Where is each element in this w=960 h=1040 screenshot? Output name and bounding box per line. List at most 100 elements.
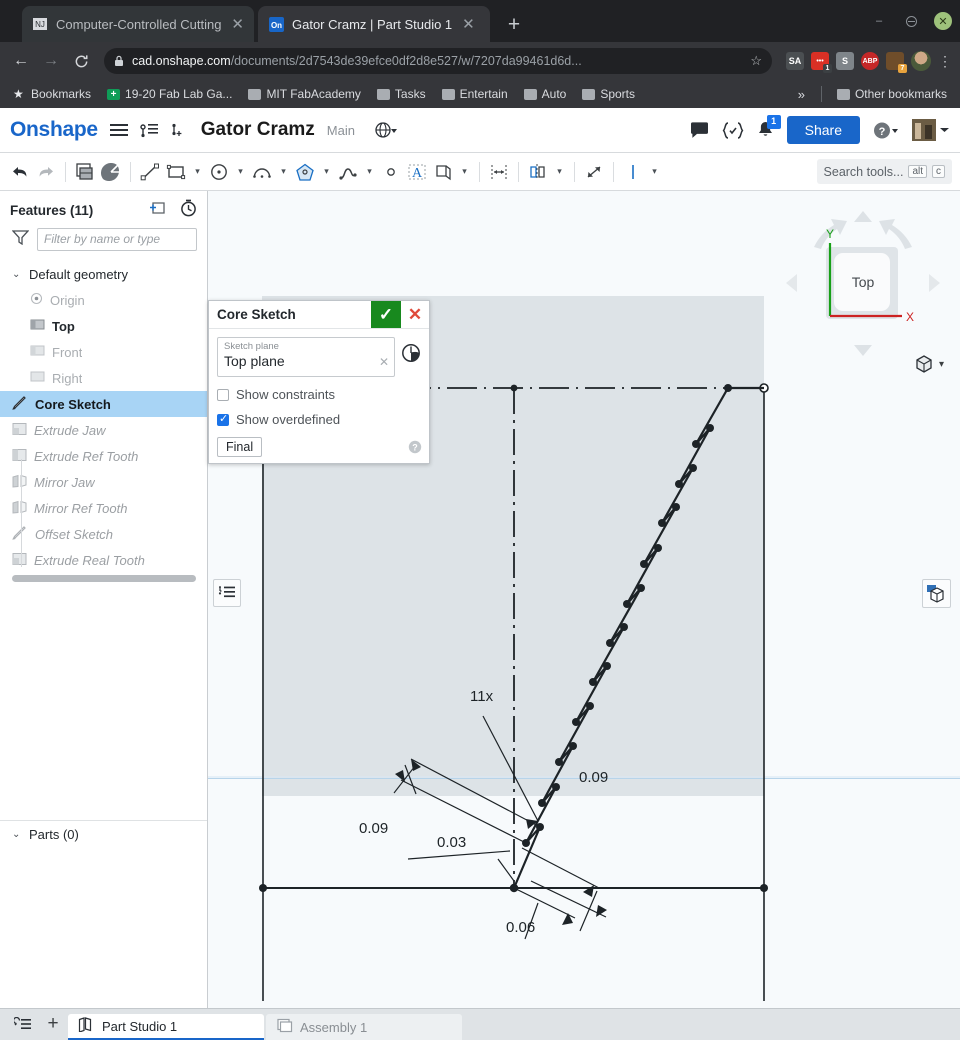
comment-icon[interactable] (690, 121, 709, 139)
branch-label[interactable]: Main (327, 123, 355, 138)
hamburger-menu-icon[interactable] (109, 123, 128, 137)
add-folder-icon[interactable] (147, 200, 166, 221)
point-icon[interactable] (379, 159, 403, 185)
mirror-icon[interactable] (526, 159, 550, 185)
line-icon[interactable] (138, 159, 162, 185)
view-style-dropdown[interactable]: ▾ (914, 354, 944, 374)
profile-avatar[interactable] (911, 51, 931, 71)
arc-icon[interactable] (250, 159, 274, 185)
browser-tab-1[interactable]: On Gator Cramz | Part Studio 1 ✕ (258, 6, 490, 42)
other-bookmarks-button[interactable]: Other bookmarks (832, 85, 952, 103)
tree-item-offset-sketch[interactable]: Offset Sketch (0, 521, 207, 547)
text-icon[interactable]: A (405, 159, 429, 185)
branch-icon[interactable] (170, 123, 185, 138)
search-tools-box[interactable]: Search tools... alt c (816, 159, 952, 184)
polygon-icon[interactable] (293, 159, 317, 185)
dimension-label-tooth-count[interactable]: 11x (470, 688, 493, 705)
dimension-label-tooth-height-right[interactable]: 0.09 (579, 769, 608, 786)
redo-icon[interactable] (34, 159, 58, 185)
dimension-label-tooth-height-left[interactable]: 0.09 (359, 820, 388, 837)
help-icon[interactable]: ? (873, 121, 899, 140)
core-sketch-dialog[interactable]: Core Sketch ✓ ✕ Sketch plane Top plane ✕… (208, 300, 430, 464)
show-constraints-row[interactable]: Show constraints (217, 387, 421, 402)
feature-tree-scrollbar[interactable] (12, 575, 196, 582)
new-sketch-icon[interactable] (73, 159, 97, 185)
globe-icon[interactable] (375, 122, 397, 138)
document-tab-part-studio-1[interactable]: Part Studio 1 (68, 1014, 264, 1040)
reload-button[interactable] (68, 48, 94, 74)
close-icon[interactable]: ✕ (231, 15, 244, 33)
tree-item-origin[interactable]: Origin (0, 287, 207, 313)
bookmark-item-fabacademy[interactable]: MIT FabAcademy (243, 85, 365, 103)
chevron-down-icon[interactable]: ▾ (276, 159, 291, 185)
sketch-fillet-icon[interactable] (99, 159, 123, 185)
featurescript-icon[interactable] (722, 121, 744, 139)
bookmark-item-fablab[interactable]: 19-20 Fab Lab Ga... (102, 85, 237, 103)
version-graph-icon[interactable] (140, 123, 158, 138)
help-icon[interactable]: ? (408, 440, 422, 457)
sa-extension-icon[interactable]: SA (786, 52, 804, 70)
maximize-button[interactable] (902, 12, 920, 30)
user-account-menu[interactable] (912, 119, 950, 141)
tree-item-extrude-jaw[interactable]: Extrude Jaw (0, 417, 207, 443)
tree-item-default-geometry[interactable]: ⌄ Default geometry (0, 261, 207, 287)
close-button[interactable]: ✕ (934, 12, 952, 30)
tree-item-mirror-jaw[interactable]: Mirror Jaw (0, 469, 207, 495)
sketch-history-icon[interactable] (401, 343, 421, 368)
final-button[interactable]: Final (217, 437, 263, 457)
rectangle-icon[interactable] (164, 159, 188, 185)
bookmark-item-sports[interactable]: Sports (577, 85, 640, 103)
show-constraints-checkbox[interactable] (217, 388, 229, 401)
document-tab-assembly-1[interactable]: Assembly 1 (266, 1014, 462, 1040)
honey-extension-icon[interactable]: 7 (886, 52, 907, 73)
s-extension-icon[interactable]: S (836, 52, 854, 70)
view-cube[interactable]: Top Y X ▾ (778, 201, 948, 373)
chevron-down-icon[interactable]: ⌄ (12, 829, 22, 840)
add-tab-button[interactable]: + (38, 1008, 68, 1040)
offset-icon[interactable] (431, 159, 455, 185)
onshape-logo[interactable]: Onshape (10, 118, 98, 142)
tree-item-right[interactable]: Right (0, 365, 207, 391)
bookmark-item-entertain[interactable]: Entertain (437, 85, 513, 103)
construction-icon[interactable] (621, 159, 645, 185)
filter-icon[interactable] (11, 229, 30, 250)
dimension-label-tooth-base[interactable]: 0.06 (506, 919, 535, 936)
chevron-down-icon[interactable]: ▾ (552, 159, 567, 185)
tree-item-top[interactable]: Top (0, 313, 207, 339)
spline-icon[interactable] (336, 159, 360, 185)
bookmark-item-bookmarks[interactable]: ★ Bookmarks (8, 85, 96, 103)
rollback-timer-icon[interactable] (180, 199, 197, 222)
tree-item-core-sketch[interactable]: Core Sketch (0, 391, 207, 417)
bookmark-star-icon[interactable]: ☆ (750, 53, 762, 69)
notifications-bell-icon[interactable]: 1 (757, 115, 781, 139)
show-overdefined-row[interactable]: Show overdefined (217, 412, 421, 427)
close-icon[interactable]: ✕ (462, 15, 475, 33)
chevron-down-icon[interactable]: ▾ (190, 159, 205, 185)
filter-input[interactable]: Filter by name or type (37, 228, 197, 251)
render-mode-icon[interactable] (922, 579, 951, 608)
chevron-down-icon[interactable]: ▾ (457, 159, 472, 185)
parts-section-header[interactable]: ⌄ Parts (0) (0, 820, 207, 848)
sheet-list-icon[interactable] (8, 1008, 38, 1040)
new-tab-button[interactable]: + (500, 12, 528, 40)
dimension-icon[interactable] (487, 159, 511, 185)
circle-icon[interactable] (207, 159, 231, 185)
display-states-icon[interactable] (213, 579, 241, 607)
undo-icon[interactable] (8, 159, 32, 185)
chevron-down-icon[interactable]: ▾ (939, 359, 944, 370)
tree-item-extrude-ref-tooth[interactable]: Extrude Ref Tooth (0, 443, 207, 469)
transform-icon[interactable] (582, 159, 606, 185)
forward-button[interactable]: → (38, 48, 64, 74)
share-button[interactable]: Share (786, 116, 860, 144)
tree-item-mirror-ref-tooth[interactable]: Mirror Ref Tooth (0, 495, 207, 521)
address-bar[interactable]: cad.onshape.com/documents/2d7543de39efce… (104, 48, 772, 74)
accept-button[interactable]: ✓ (371, 301, 401, 328)
clear-icon[interactable]: ✕ (379, 355, 389, 369)
cancel-button[interactable]: ✕ (401, 301, 429, 328)
tree-item-extrude-real-tooth[interactable]: Extrude Real Tooth (0, 547, 207, 573)
show-overdefined-checkbox[interactable] (217, 412, 229, 426)
chevron-down-icon[interactable]: ⌄ (12, 269, 22, 280)
bookmarks-overflow-button[interactable]: » (792, 87, 811, 102)
bookmark-item-auto[interactable]: Auto (519, 85, 572, 103)
document-title[interactable]: Gator Cramz (201, 119, 315, 141)
